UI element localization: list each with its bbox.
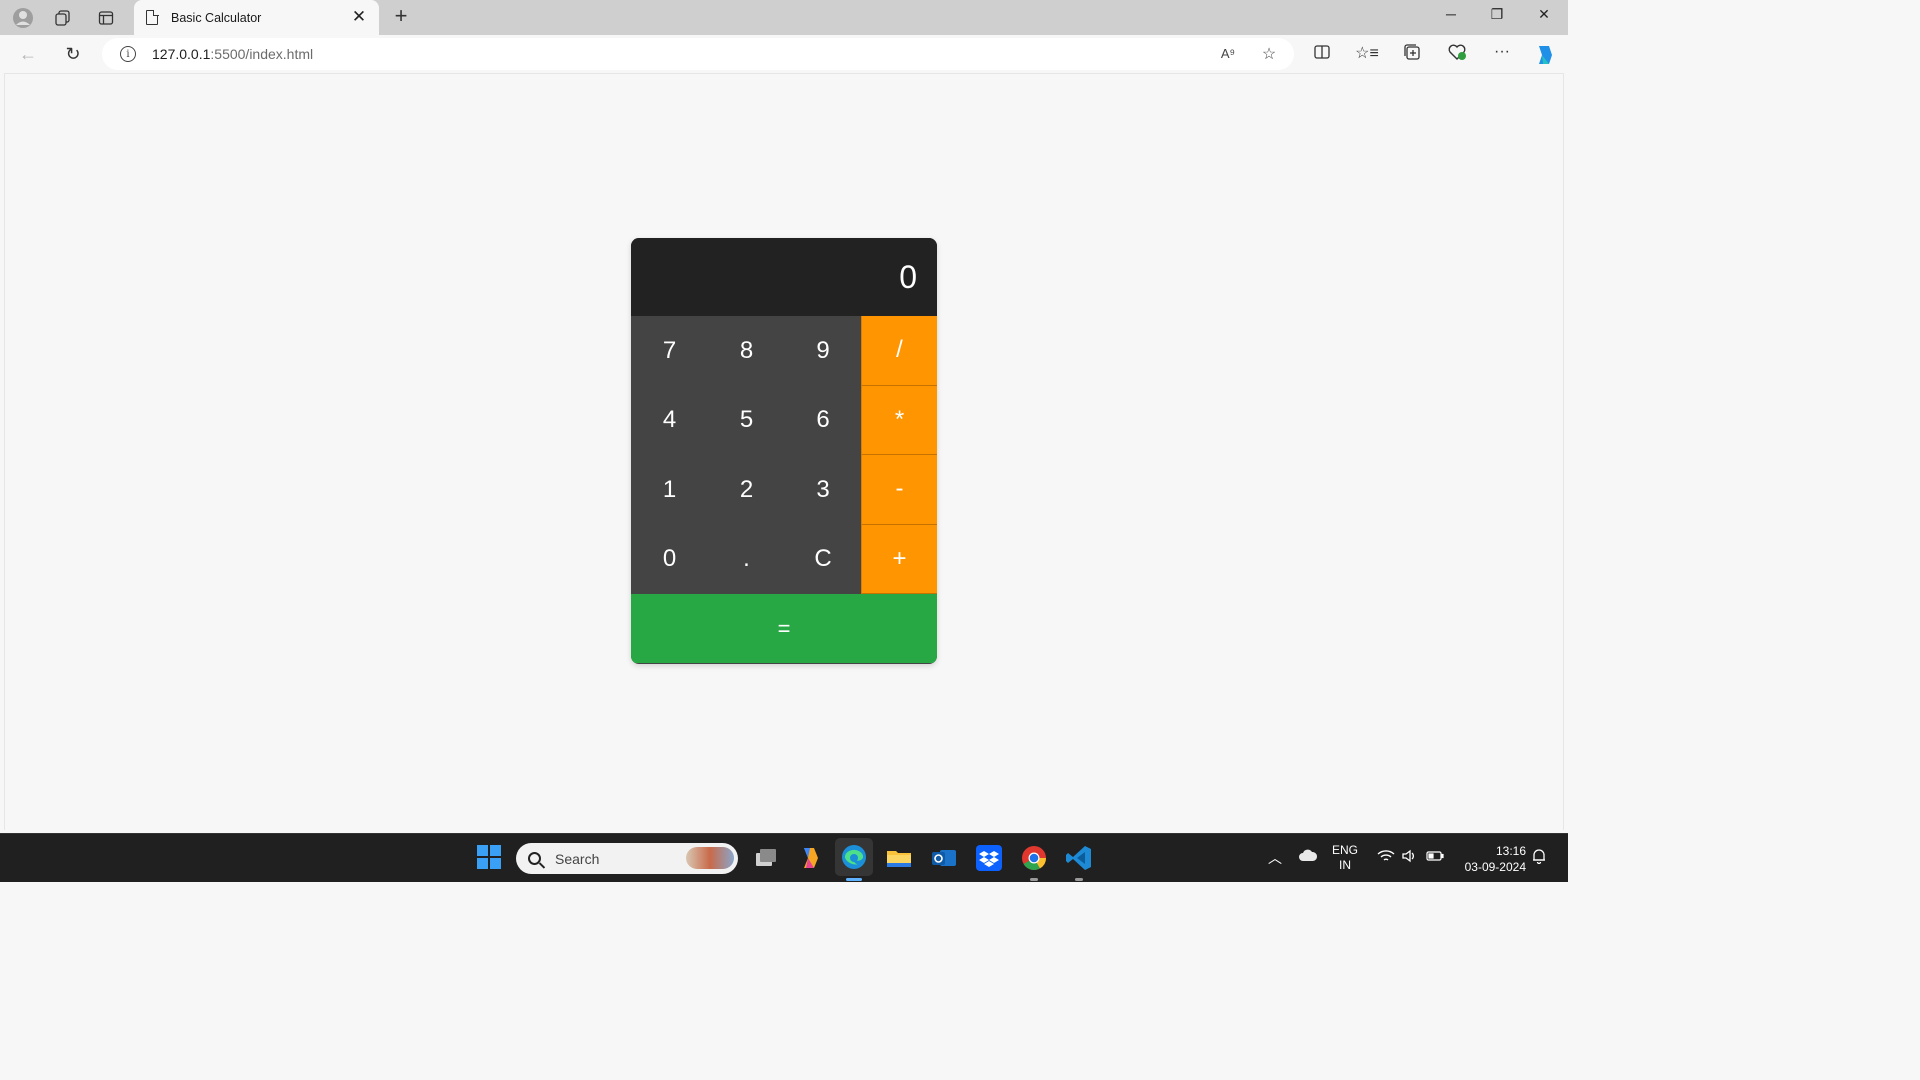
split-screen-icon[interactable] [1310,43,1334,65]
browser-toolbar: ← ↻ i 127.0.0.1:5500/index.html A⁹ ☆ ☆≡ … [0,35,1568,73]
taskbar-search[interactable]: Search [516,843,738,874]
chrome-icon[interactable] [1020,844,1048,872]
search-icon [528,852,541,865]
key-3[interactable]: 3 [785,455,861,525]
language-region: IN [1339,858,1351,872]
notifications-bell-icon[interactable] [1532,848,1546,867]
key-7[interactable]: 7 [631,316,708,386]
volume-icon[interactable] [1401,849,1417,866]
wifi-icon[interactable] [1377,849,1395,866]
chrome-open-indicator [1030,878,1038,881]
key-1[interactable]: 1 [631,455,708,525]
file-explorer-icon[interactable] [885,844,913,872]
start-menu-icon[interactable] [476,844,504,872]
address-bar[interactable]: i 127.0.0.1:5500/index.html A⁹ ☆ [102,38,1294,70]
outlook-icon[interactable] [930,844,958,872]
copilot-taskbar-icon[interactable] [796,844,824,872]
key-6[interactable]: 6 [785,385,861,455]
task-view-icon[interactable] [751,844,779,872]
key-subtract[interactable]: - [861,455,937,525]
key-9[interactable]: 9 [785,316,861,386]
read-aloud-icon[interactable]: A⁹ [1217,46,1239,61]
favorites-icon[interactable]: ☆≡ [1355,43,1379,65]
url-text: 127.0.0.1:5500/index.html [152,46,314,62]
key-equals[interactable]: = [631,594,937,663]
clock[interactable]: 13:16 03-09-2024 [1458,843,1526,875]
key-add[interactable]: + [861,524,937,594]
vscode-open-indicator [1075,878,1083,881]
clock-date: 03-09-2024 [1464,860,1526,874]
tab-actions-icon[interactable] [93,5,119,31]
vscode-icon[interactable] [1065,844,1093,872]
copilot-icon[interactable] [1533,43,1557,65]
favorite-star-icon[interactable]: ☆ [1258,44,1280,64]
active-tab[interactable]: Basic Calculator ✕ [134,0,379,35]
tab-title: Basic Calculator [171,10,262,25]
key-2[interactable]: 2 [708,455,785,525]
collections-icon[interactable] [1400,43,1424,65]
calculator: 0 7 8 9 / 4 5 6 * 1 2 3 - 0 . C + = [631,238,937,664]
onedrive-icon[interactable] [1298,848,1318,865]
key-divide[interactable]: / [861,316,937,386]
refresh-icon[interactable]: ↻ [60,42,86,66]
key-0[interactable]: 0 [631,524,708,594]
language-code: ENG [1332,843,1359,857]
workspaces-icon[interactable] [50,5,76,31]
restore-icon[interactable]: ❐ [1482,6,1512,28]
more-options-icon[interactable]: ··· [1490,43,1514,65]
browser-essentials-icon[interactable] [1445,43,1469,65]
minimize-icon[interactable]: ─ [1436,6,1466,28]
search-placeholder: Search [555,850,600,867]
key-multiply[interactable]: * [861,385,937,455]
key-5[interactable]: 5 [708,385,785,455]
edge-taskbar-button[interactable] [835,838,873,876]
site-info-icon[interactable]: i [120,46,136,62]
key-clear[interactable]: C [785,524,861,594]
back-arrow-icon[interactable]: ← [15,42,41,66]
dropbox-icon[interactable] [975,844,1003,872]
edge-active-indicator [846,878,862,881]
battery-icon[interactable] [1426,850,1444,865]
tab-close-icon[interactable]: ✕ [349,7,369,27]
page-icon [146,9,159,25]
new-tab-icon[interactable]: + [389,3,413,29]
clock-time: 13:16 [1495,844,1526,858]
key-8[interactable]: 8 [708,316,785,386]
key-4[interactable]: 4 [631,385,708,455]
browser-title-bar: Basic Calculator ✕ + ─ ❐ ✕ [0,0,1568,35]
windows-taskbar: Search ︿ ENG IN 13:16 03-09-2024 [0,833,1568,882]
key-decimal[interactable]: . [708,524,785,594]
language-indicator[interactable]: ENG IN [1332,843,1358,873]
profile-icon[interactable] [10,5,36,31]
close-window-icon[interactable]: ✕ [1529,6,1559,28]
show-hidden-icons-icon[interactable]: ︿ [1268,848,1282,868]
calculator-display: 0 [631,238,937,316]
keypad: 7 8 9 / 4 5 6 * 1 2 3 - 0 . C + [631,316,937,594]
search-highlight-image [686,847,734,869]
